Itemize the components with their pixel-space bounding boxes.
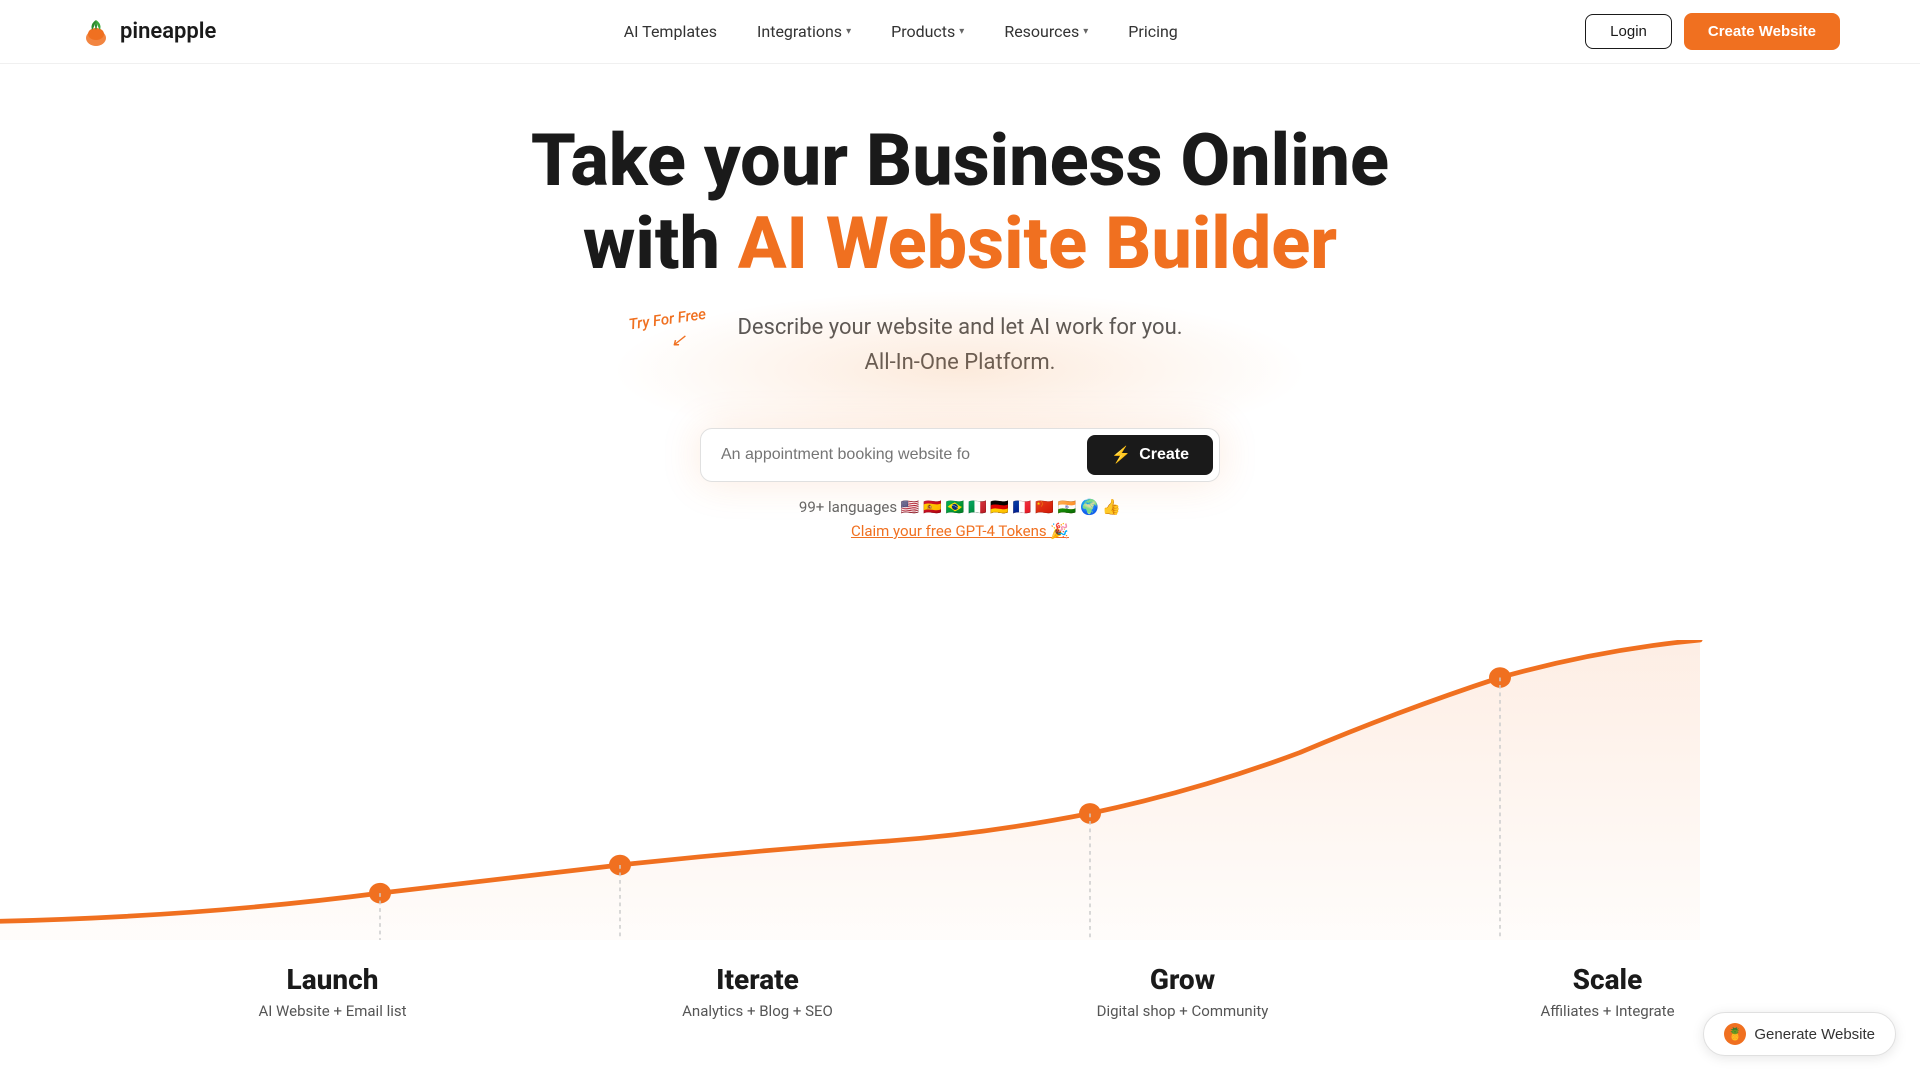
logo-icon bbox=[80, 16, 112, 48]
bolt-icon: ⚡ bbox=[1111, 445, 1131, 465]
hero-section: Take your Business Online with AI Websit… bbox=[0, 0, 1920, 540]
nav-link-products[interactable]: Products ▾ bbox=[875, 14, 980, 49]
nav-item-ai-templates[interactable]: AI Templates bbox=[608, 14, 733, 49]
chevron-down-icon: ▾ bbox=[846, 26, 851, 37]
logo-link[interactable]: pineapple bbox=[80, 16, 216, 48]
logo-text: pineapple bbox=[120, 19, 216, 44]
create-website-button[interactable]: Create Website bbox=[1684, 13, 1840, 50]
nav-item-products[interactable]: Products ▾ bbox=[875, 14, 980, 49]
nav-item-integrations[interactable]: Integrations ▾ bbox=[741, 14, 867, 49]
nav-link-pricing[interactable]: Pricing bbox=[1112, 14, 1194, 49]
stage-launch: Launch AI Website + Email list bbox=[223, 963, 443, 1020]
stage-scale: Scale Affiliates + Integrate bbox=[1498, 963, 1718, 1020]
stage-grow: Grow Digital shop + Community bbox=[1073, 963, 1293, 1020]
create-button[interactable]: ⚡ Create bbox=[1087, 435, 1213, 475]
login-button[interactable]: Login bbox=[1585, 14, 1672, 49]
hero-title: Take your Business Online with AI Websit… bbox=[0, 120, 1920, 286]
nav-item-resources[interactable]: Resources ▾ bbox=[988, 14, 1104, 49]
claim-tokens-link[interactable]: Claim your free GPT-4 Tokens 🎉 bbox=[0, 522, 1920, 540]
chevron-down-icon: ▾ bbox=[1083, 26, 1088, 37]
create-box: ⚡ Create bbox=[700, 428, 1220, 482]
navbar: pineapple AI Templates Integrations ▾ Pr… bbox=[0, 0, 1920, 64]
website-description-input[interactable] bbox=[721, 446, 1087, 464]
nav-links: AI Templates Integrations ▾ Products ▾ R… bbox=[608, 14, 1194, 49]
hero-subtitle: Describe your website and let AI work fo… bbox=[0, 310, 1920, 380]
stage-iterate: Iterate Analytics + Blog + SEO bbox=[648, 963, 868, 1020]
growth-chart bbox=[0, 640, 1920, 940]
chevron-down-icon: ▾ bbox=[959, 26, 964, 37]
nav-item-pricing[interactable]: Pricing bbox=[1112, 14, 1194, 49]
nav-link-ai-templates[interactable]: AI Templates bbox=[608, 14, 733, 49]
nav-link-integrations[interactable]: Integrations ▾ bbox=[741, 14, 867, 49]
nav-actions: Login Create Website bbox=[1585, 13, 1840, 50]
arrow-icon: ↙ bbox=[639, 330, 717, 351]
chart-section: Launch AI Website + Email list Iterate A… bbox=[0, 600, 1920, 1020]
nav-link-resources[interactable]: Resources ▾ bbox=[988, 14, 1104, 49]
languages-row: 99+ languages 🇺🇸 🇪🇸 🇧🇷 🇮🇹 🇩🇪 🇫🇷 🇨🇳 🇮🇳 🌍 … bbox=[0, 498, 1920, 540]
generate-website-button[interactable]: 🍍 Generate Website bbox=[1703, 1012, 1896, 1056]
generate-icon: 🍍 bbox=[1724, 1023, 1746, 1045]
